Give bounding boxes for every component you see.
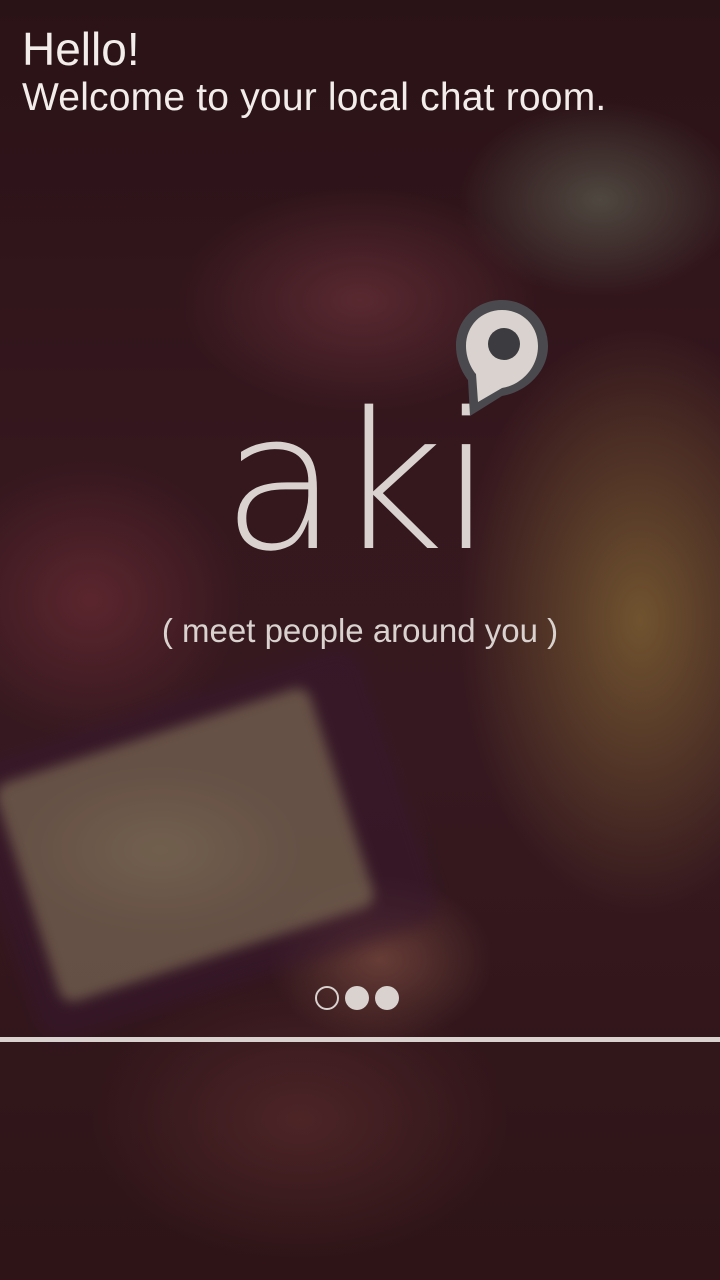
divider-line: [0, 1037, 720, 1042]
onboarding-screen: Hello! Welcome to your local chat room. …: [0, 0, 720, 1280]
app-logo: aki: [220, 300, 560, 590]
page-indicator: [315, 986, 399, 1010]
map-pin-icon: [456, 300, 548, 416]
greeting-title: Hello!: [22, 23, 140, 75]
greeting-block: Hello! Welcome to your local chat room.: [22, 23, 607, 119]
page-dot-1[interactable]: [315, 986, 339, 1010]
greeting-subtitle: Welcome to your local chat room.: [22, 75, 607, 119]
tagline: ( meet people around you ): [161, 612, 559, 649]
page-dot-3[interactable]: [375, 986, 399, 1010]
page-dot-2[interactable]: [345, 986, 369, 1010]
